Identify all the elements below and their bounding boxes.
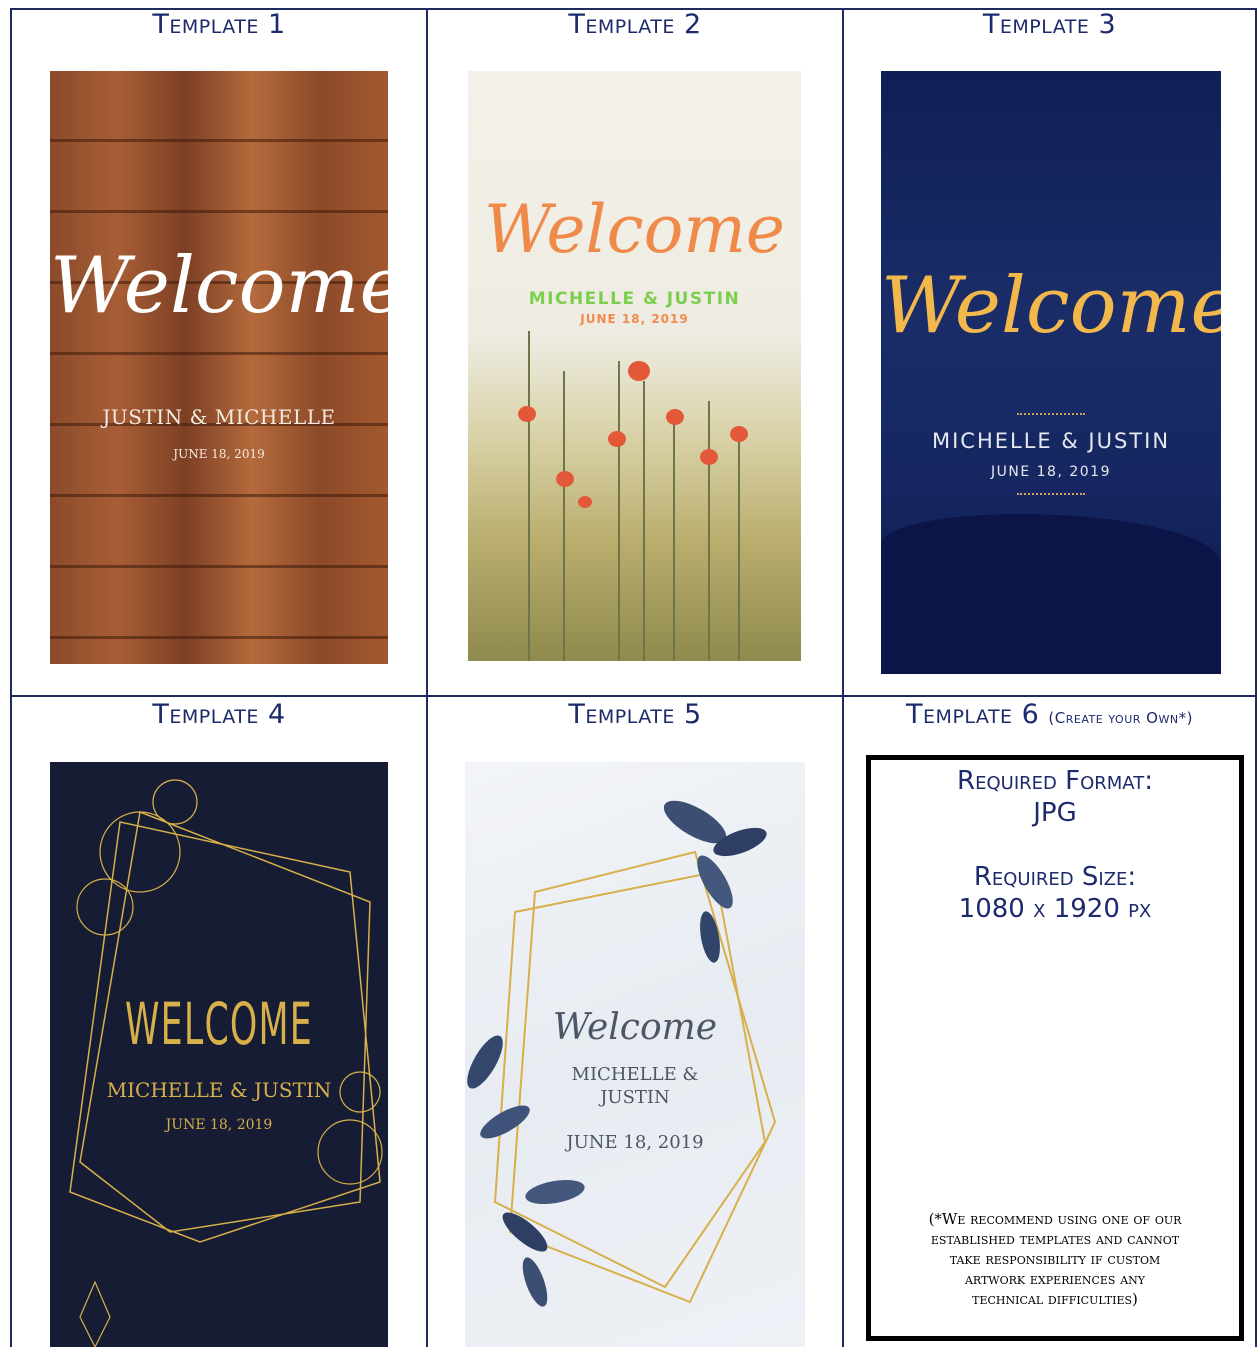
template-6-custom-box[interactable]: Required Format: JPG Required Size: 1080… (866, 755, 1244, 1341)
grid-divider-1 (426, 8, 428, 1347)
template-5-names-line1: MICHELLE & (571, 1064, 699, 1085)
template-5-date: JUNE 18, 2019 (566, 1132, 704, 1153)
template-6-header-title: Template 6 (906, 699, 1040, 730)
template-1-date: JUNE 18, 2019 (173, 447, 265, 461)
template-5-header: Template 5 (568, 699, 702, 730)
template-3-mountain (881, 514, 1221, 674)
template-3-welcome: Welcome (881, 261, 1221, 351)
template-3-preview[interactable]: Welcome MICHELLE & JUSTIN JUNE 18, 2019 (881, 71, 1221, 674)
template-1-preview[interactable]: Welcome JUSTIN & MICHELLE JUNE 18, 2019 (50, 71, 388, 664)
template-1-welcome: Welcome (50, 241, 388, 331)
required-format-label: Required Format: (957, 766, 1153, 796)
grid-divider-2 (842, 8, 844, 1347)
grid-middle-border (10, 695, 1257, 697)
template-3-date: JUNE 18, 2019 (991, 464, 1111, 480)
template-6-header-subtitle: (Create your Own*) (1048, 709, 1193, 727)
template-4-date: JUNE 18, 2019 (165, 1117, 273, 1133)
template-2-names: MICHELLE & JUSTIN (528, 289, 741, 309)
required-size-label: Required Size: (973, 862, 1137, 892)
disclaimer-line-5: technical difficulties) (972, 1290, 1138, 1308)
template-2-header: Template 2 (568, 9, 702, 40)
template-1-names: JUSTIN & MICHELLE (102, 405, 336, 429)
required-size-value: 1080 x 1920 px (958, 894, 1152, 924)
template-6-header: Template 6 (Create your Own*) (844, 700, 1255, 733)
template-2-date: JUNE 18, 2019 (580, 312, 689, 326)
template-5-welcome: Welcome (552, 1007, 718, 1048)
template-4-preview[interactable]: WELCOME MICHELLE & JUSTIN JUNE 18, 2019 (50, 762, 388, 1347)
template-5-names-line2: JUSTIN (600, 1087, 670, 1108)
grid-left-border (10, 8, 12, 1347)
template-5-preview[interactable]: Welcome MICHELLE & JUSTIN JUNE 18, 2019 (465, 762, 805, 1347)
template-grid: Template 1 Template 2 Template 3 Templat… (0, 0, 1257, 1347)
template-1-header: Template 1 (152, 9, 286, 40)
disclaimer-line-3: take responsibility if custom (949, 1250, 1161, 1268)
template-5-gold-frame (467, 800, 777, 1307)
template-4-names: MICHELLE & JUSTIN (106, 1078, 332, 1102)
template-2-welcome: Welcome (484, 191, 785, 268)
template-3-names: MICHELLE & JUSTIN (931, 429, 1171, 453)
required-format-value: JPG (1033, 798, 1077, 828)
disclaimer-line-4: artwork experiences any (964, 1270, 1146, 1288)
template-3-header: Template 3 (982, 9, 1117, 40)
disclaimer-line-1: (*We recommend using one of our (928, 1210, 1182, 1228)
template-4-welcome: WELCOME (125, 990, 313, 1058)
template-4-header: Template 4 (152, 699, 286, 730)
template-2-preview[interactable]: Welcome MICHELLE & JUSTIN JUNE 18, 2019 (468, 71, 801, 661)
disclaimer-line-2: established templates and cannot (930, 1230, 1180, 1248)
